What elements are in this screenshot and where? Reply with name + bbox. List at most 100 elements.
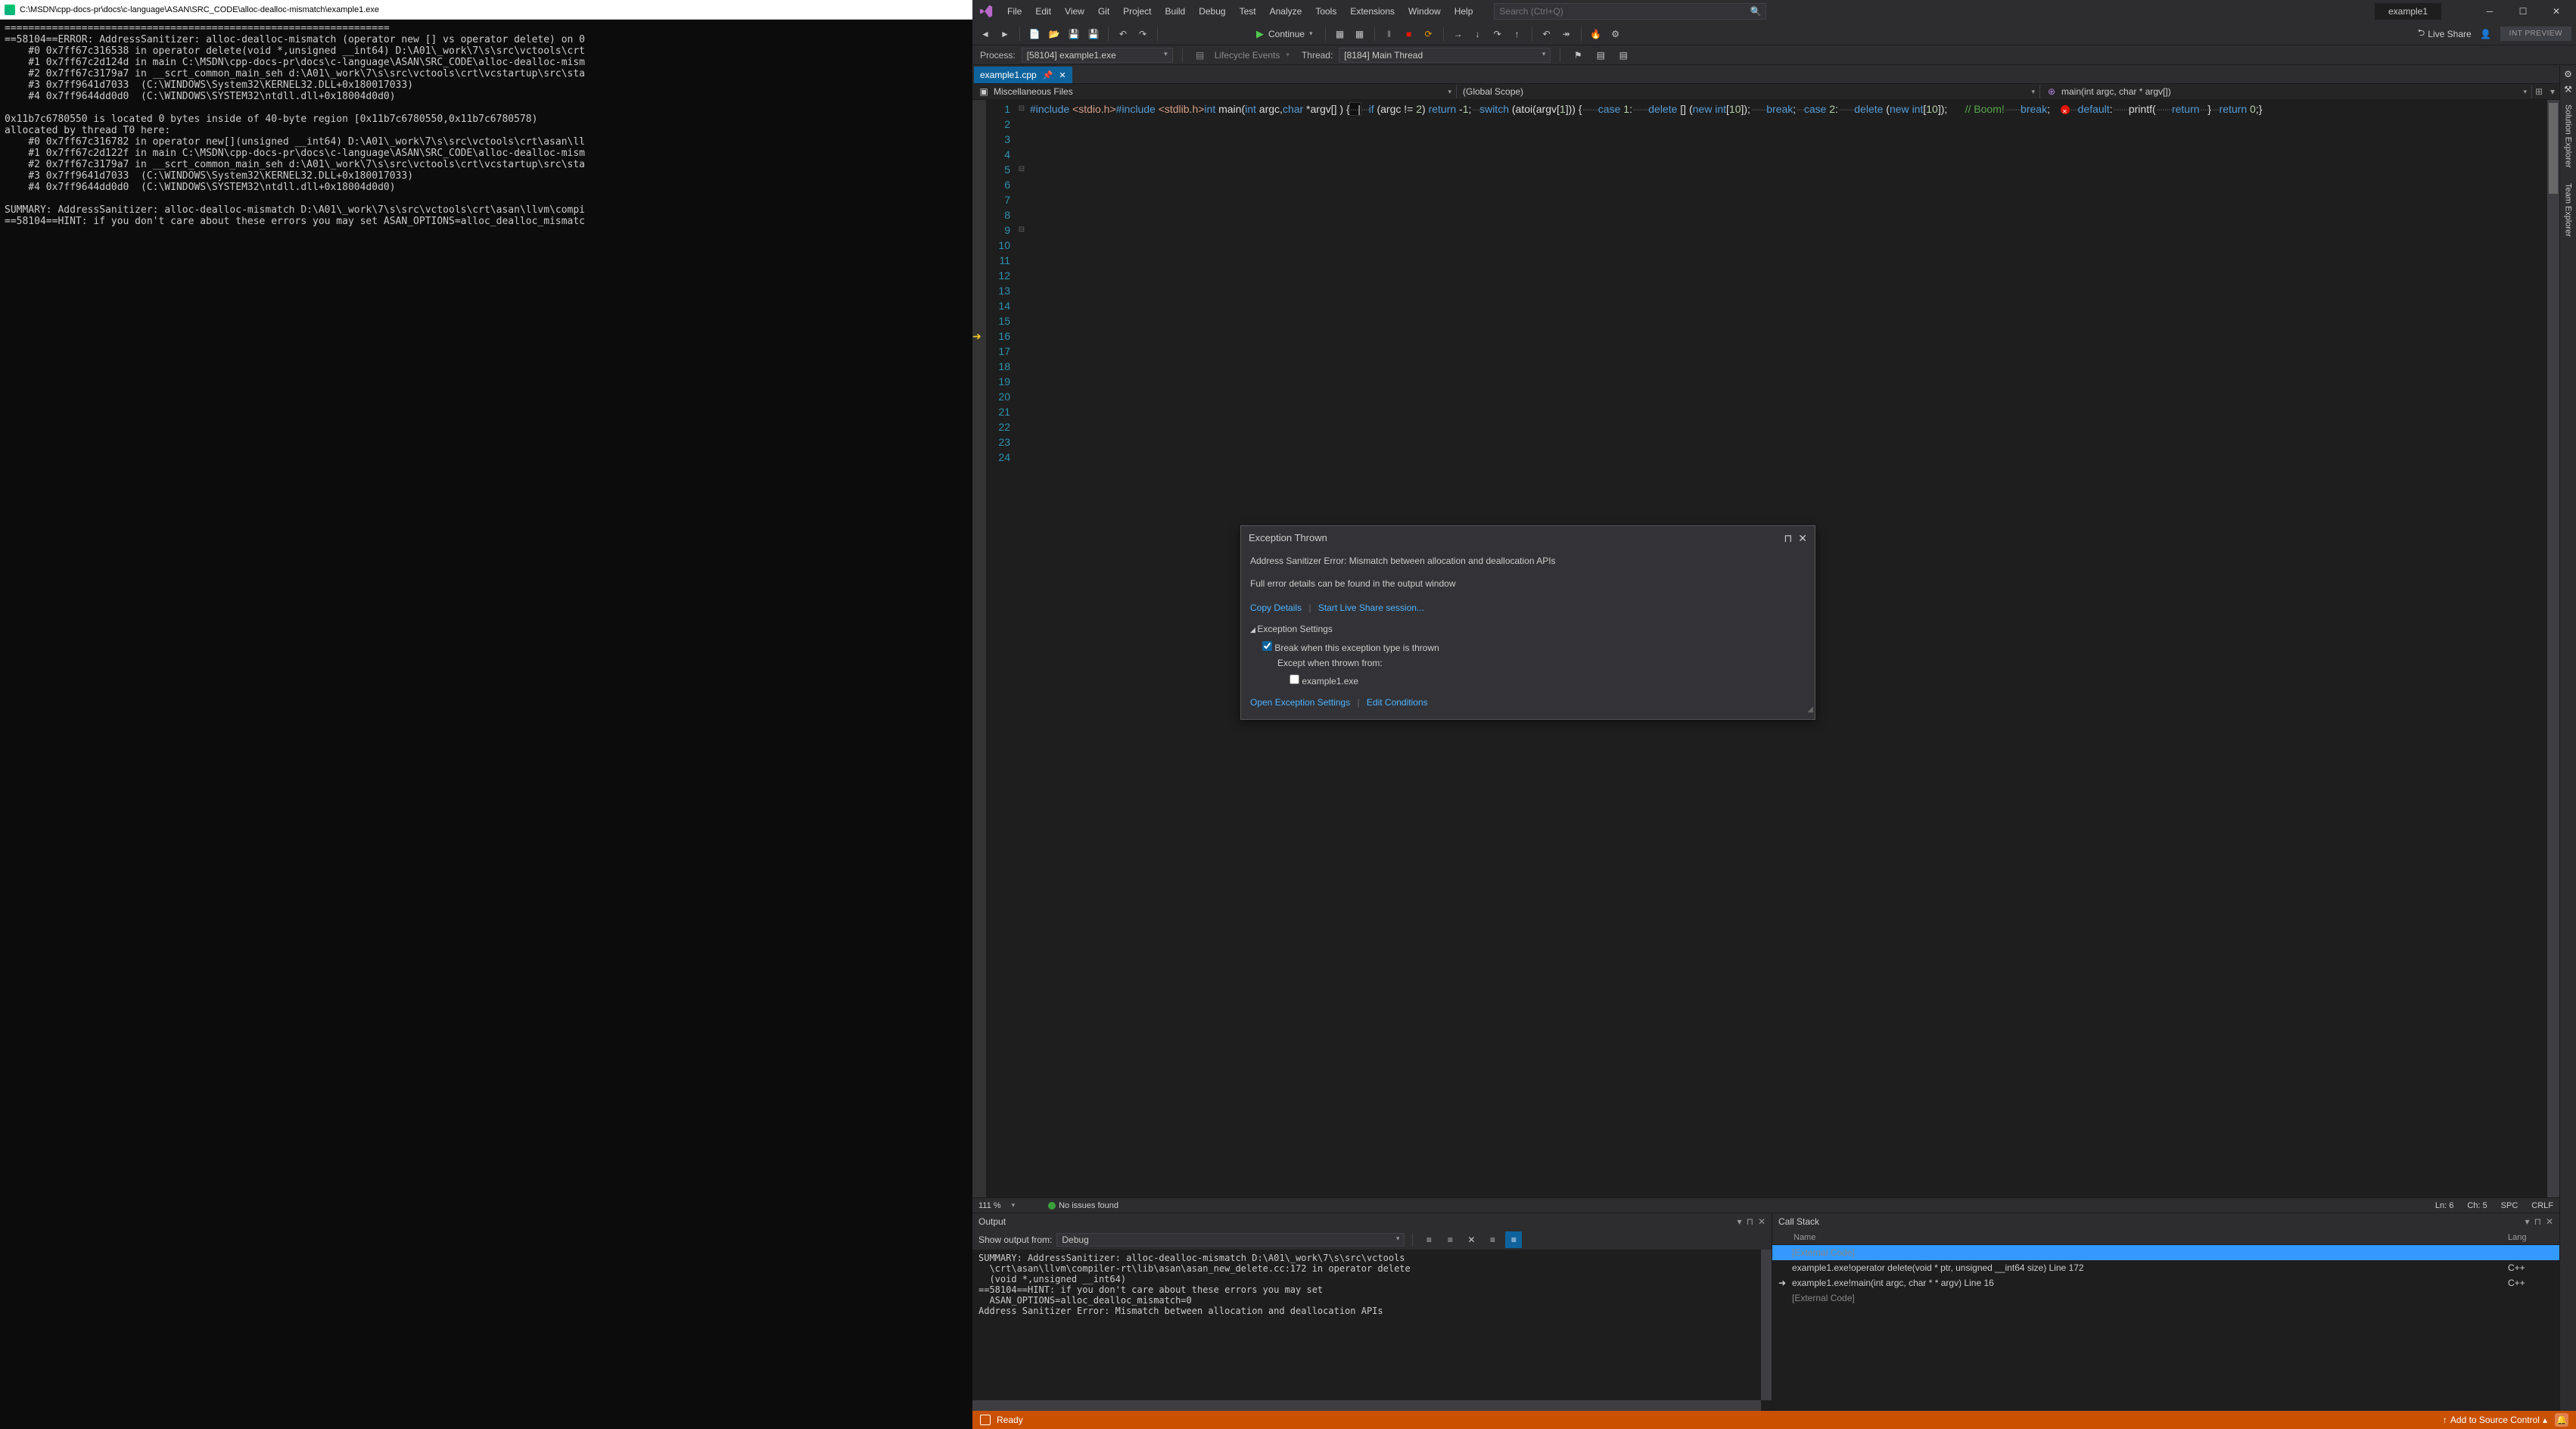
exe-except-checkbox[interactable] (1290, 674, 1299, 684)
menu-help[interactable]: Help (1448, 3, 1479, 20)
hot-reload-icon[interactable]: 🔥 (1588, 26, 1604, 42)
menu-extensions[interactable]: Extensions (1344, 3, 1401, 20)
callstack-row[interactable]: ➜example1.exe!main(int argc, char * * ar… (1772, 1275, 2559, 1290)
undo-icon[interactable]: ↶ (1115, 26, 1131, 42)
thread-combo[interactable]: [8184] Main Thread (1339, 48, 1551, 63)
nav-member-combo[interactable]: ⊕ main(int argc, char * argv[]) (2040, 85, 2532, 98)
continue-button[interactable]: ▶ Continue ▾ (1250, 26, 1319, 42)
step-back-icon[interactable]: ↶ (1538, 26, 1555, 42)
console-body[interactable]: ========================================… (0, 20, 972, 1429)
menu-edit[interactable]: Edit (1029, 3, 1057, 20)
start-liveshare-link[interactable]: Start Live Share session... (1318, 602, 1424, 613)
cs-name-header[interactable]: Name (1778, 1233, 2508, 1242)
output-pin-icon[interactable]: ⊓ (1747, 1216, 1753, 1227)
nav-fwd-icon[interactable]: ► (997, 26, 1013, 42)
zoom-level[interactable]: 111 % (978, 1201, 1001, 1210)
char-indicator[interactable]: Ch: 5 (2467, 1201, 2487, 1210)
liveshare-button[interactable]: ⮌ Live Share (2418, 26, 2472, 42)
pause-icon[interactable]: ‖ (1381, 26, 1398, 42)
cs-close-icon[interactable]: ✕ (2546, 1216, 2553, 1227)
menu-file[interactable]: File (1001, 3, 1028, 20)
tab-close-icon[interactable]: ✕ (1059, 70, 1066, 80)
pin-icon[interactable]: 📌 (1043, 70, 1053, 80)
process-combo[interactable]: [58104] example1.exe (1022, 48, 1173, 63)
save-all-icon[interactable]: 💾 (1085, 26, 1102, 42)
callstack-row[interactable]: [External Code] (1772, 1245, 2559, 1260)
cs-lang-header[interactable]: Lang (2508, 1233, 2553, 1242)
issues-status[interactable]: No issues found (1059, 1201, 1118, 1210)
stack-frame-icon[interactable]: ⚑ (1570, 47, 1586, 64)
breakpoint-margin[interactable] (972, 100, 986, 1197)
split-icon[interactable]: ⊞ (2532, 86, 2546, 97)
resize-grip-icon[interactable]: ◢ (1807, 702, 1813, 718)
copy-details-link[interactable]: Copy Details (1250, 602, 1302, 613)
save-icon[interactable]: 💾 (1066, 26, 1082, 42)
out-toggle-icon[interactable]: ≡ (1505, 1231, 1522, 1248)
step-out-icon[interactable]: ↑ (1509, 26, 1526, 42)
line-indicator[interactable]: Ln: 6 (2435, 1201, 2453, 1210)
fold-column[interactable]: ⊟⊟⊟ (1016, 100, 1027, 1197)
out-clear-icon[interactable]: ✕ (1463, 1231, 1479, 1248)
console-titlebar[interactable]: C:\MSDN\cpp-docs-pr\docs\c-language\ASAN… (0, 0, 972, 20)
redo-icon[interactable]: ↷ (1134, 26, 1151, 42)
vs-search[interactable]: 🔍 (1494, 3, 1766, 20)
menu-build[interactable]: Build (1159, 3, 1192, 20)
exc-pin-icon[interactable]: ⊓ (1784, 531, 1792, 546)
search-icon[interactable]: 🔍 (1750, 6, 1761, 17)
menu-test[interactable]: Test (1234, 3, 1262, 20)
expand-icon[interactable]: ▾ (2546, 86, 2559, 97)
cs-pin-icon[interactable]: ⊓ (2534, 1216, 2541, 1227)
break-checkbox[interactable] (1262, 641, 1272, 651)
nav-scope-combo[interactable]: (Global Scope) (1457, 85, 2040, 98)
editor-scrollbar[interactable] (2547, 100, 2559, 1197)
cs-dropdown-icon[interactable]: ▾ (2525, 1216, 2530, 1227)
menu-window[interactable]: Window (1402, 3, 1447, 20)
thread-icon[interactable]: ▤ (1592, 47, 1609, 64)
out-goto-icon[interactable]: ≡ (1442, 1231, 1458, 1248)
callstack-row[interactable]: [External Code] (1772, 1290, 2559, 1306)
output-close-icon[interactable]: ✕ (1758, 1216, 1766, 1227)
output-dropdown-icon[interactable]: ▾ (1738, 1216, 1742, 1227)
edit-conditions-link[interactable]: Edit Conditions (1367, 697, 1428, 708)
restart-icon[interactable]: ⟳ (1420, 26, 1437, 42)
stop-icon[interactable]: ■ (1401, 26, 1417, 42)
tab-example1[interactable]: example1.cpp 📌 ✕ (974, 67, 1072, 83)
notifications-icon[interactable]: 🔔 (2555, 1413, 2568, 1427)
maximize-button[interactable]: ☐ (2508, 2, 2538, 21)
indent-indicator[interactable]: SPC (2501, 1201, 2518, 1210)
menu-analyze[interactable]: Analyze (1264, 3, 1308, 20)
new-project-icon[interactable]: 📄 (1026, 26, 1043, 42)
break-checkbox-label[interactable]: Break when this exception type is thrown (1262, 640, 1806, 655)
team-explorer-tab[interactable]: Team Explorer (2562, 177, 2574, 243)
menu-project[interactable]: Project (1117, 3, 1157, 20)
add-source-control[interactable]: ↑ Add to Source Control ▴ (2443, 1415, 2547, 1425)
exception-settings-header[interactable]: Exception Settings (1250, 621, 1806, 637)
menu-tools[interactable]: Tools (1309, 3, 1342, 20)
minimize-button[interactable]: ─ (2475, 2, 2505, 21)
exe-except-label[interactable]: example1.exe (1290, 674, 1806, 689)
step-into-icon[interactable]: ↓ (1470, 26, 1486, 42)
browser-sel-icon[interactable]: ▦ (1332, 26, 1349, 42)
props-icon[interactable]: ⚙ (2562, 68, 2574, 80)
exc-close-icon[interactable]: ✕ (1798, 531, 1807, 546)
output-vscrollbar[interactable] (1761, 1250, 1772, 1400)
nav-back-icon[interactable]: ◄ (977, 26, 994, 42)
script-debug-icon[interactable]: ▦ (1352, 26, 1368, 42)
menu-view[interactable]: View (1059, 3, 1090, 20)
output-body[interactable]: SUMMARY: AddressSanitizer: alloc-dealloc… (972, 1250, 1772, 1411)
step-over-icon[interactable]: ↷ (1489, 26, 1506, 42)
close-button[interactable]: ✕ (2541, 2, 2571, 21)
eol-indicator[interactable]: CRLF (2531, 1201, 2553, 1210)
search-input[interactable] (1499, 6, 1761, 17)
callstack-row[interactable]: example1.exe!operator delete(void * ptr,… (1772, 1260, 2559, 1275)
output-hscrollbar[interactable] (972, 1400, 1761, 1411)
open-icon[interactable]: 📂 (1046, 26, 1062, 42)
menu-git[interactable]: Git (1092, 3, 1115, 20)
step-fwd-icon[interactable]: ↠ (1558, 26, 1575, 42)
next-statement-icon[interactable]: → (1450, 26, 1467, 42)
feedback-icon[interactable]: 👤 (2478, 26, 2494, 42)
menu-debug[interactable]: Debug (1193, 3, 1231, 20)
open-exception-settings-link[interactable]: Open Exception Settings (1250, 697, 1350, 708)
toolbox-icon[interactable]: ⚒ (2562, 83, 2574, 95)
nav-project-combo[interactable]: ▣ Miscellaneous Files (972, 85, 1457, 98)
